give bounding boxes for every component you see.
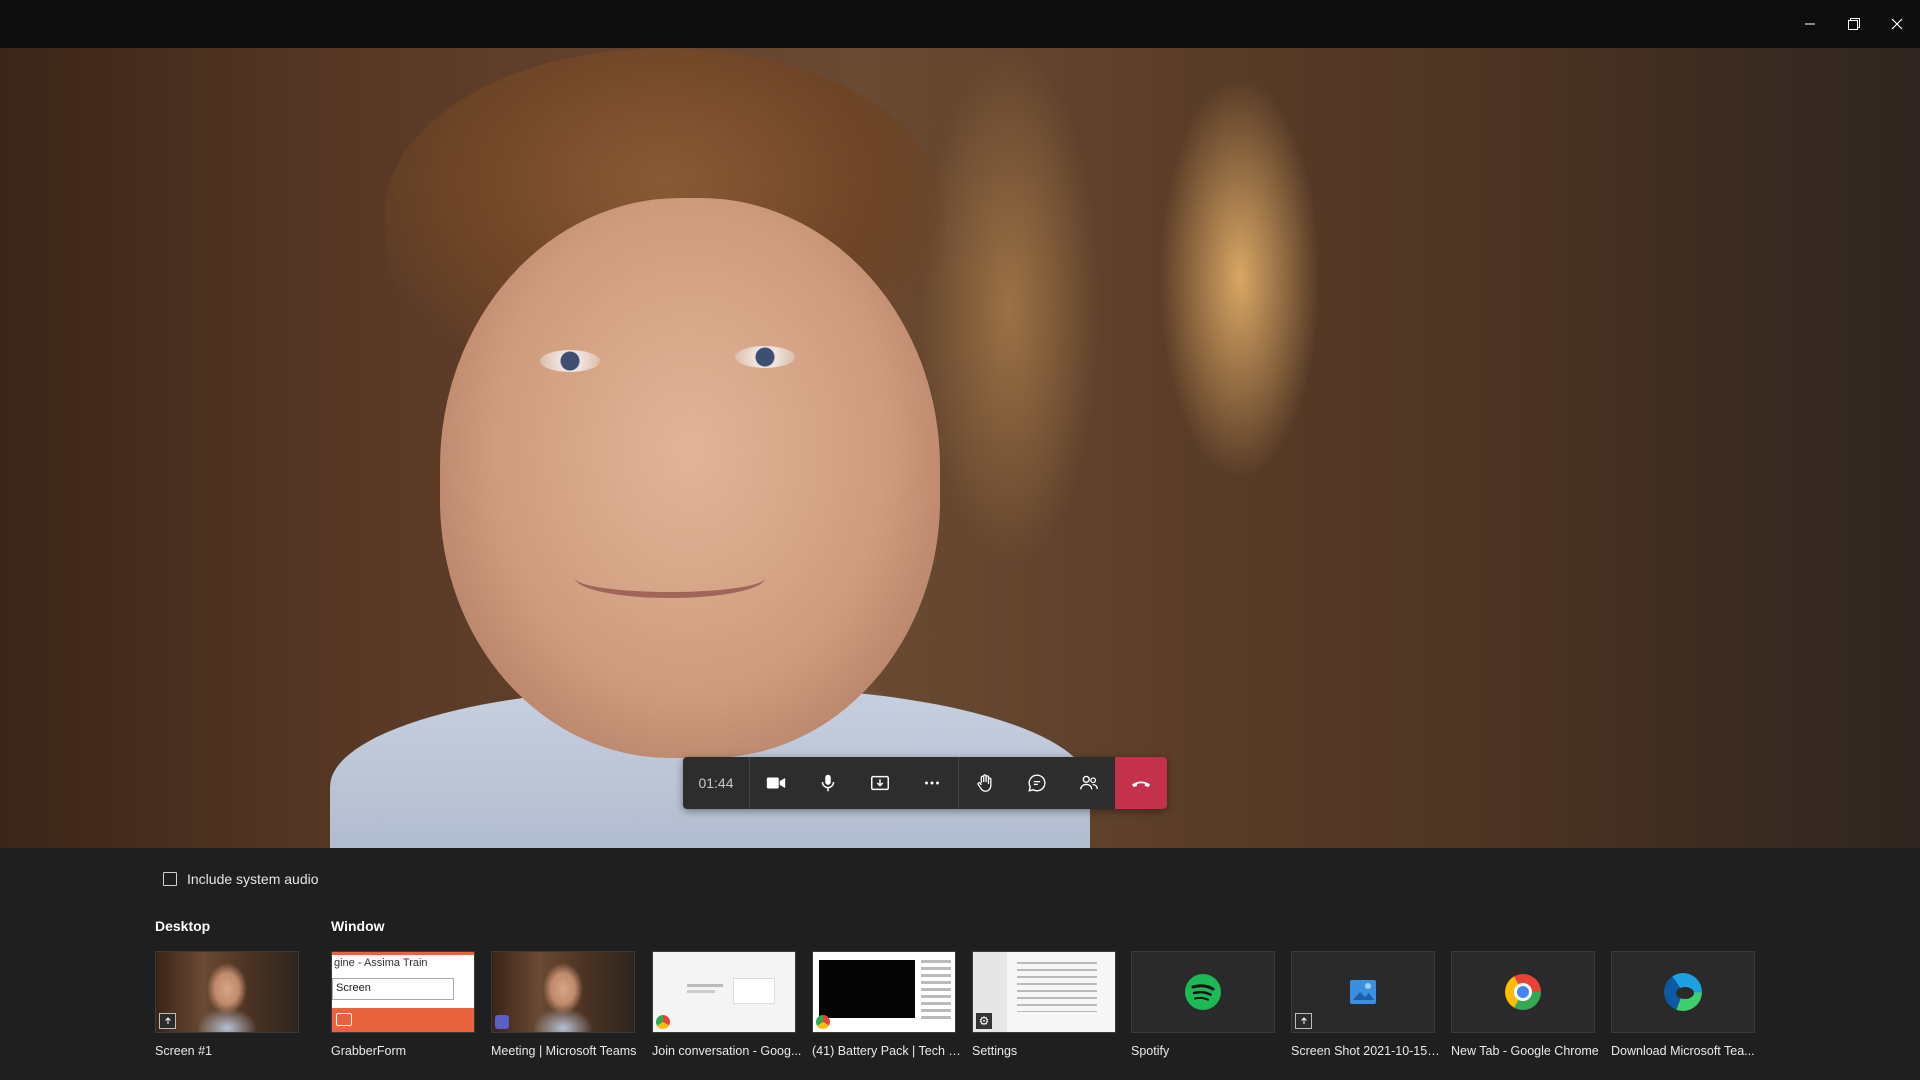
thumb-line xyxy=(687,984,723,987)
teams-thumbnail xyxy=(491,951,635,1033)
share-option-label: Screen #1 xyxy=(155,1044,212,1058)
thumb-select-box: Screen xyxy=(332,978,454,1000)
share-option-label: Meeting | Microsoft Teams xyxy=(491,1044,637,1058)
microphone-icon xyxy=(821,774,835,792)
photos-icon xyxy=(1350,980,1376,1004)
edge-thumbnail xyxy=(1611,951,1755,1033)
share-option-label: Join conversation - Goog... xyxy=(652,1044,802,1058)
share-tray-icon xyxy=(871,775,889,791)
share-option-label: (41) Battery Pack | Tech T... xyxy=(812,1044,962,1058)
close-button[interactable] xyxy=(1874,0,1920,48)
camera-icon xyxy=(766,777,786,789)
gear-icon: ⚙ xyxy=(976,1013,992,1029)
battery-pack-thumbnail xyxy=(812,951,956,1033)
share-option-label: Settings xyxy=(972,1044,1018,1058)
record-icon xyxy=(336,1013,352,1026)
video-face xyxy=(440,198,940,758)
call-controls: 01:44 xyxy=(683,757,1167,809)
thumb-line xyxy=(687,990,715,993)
settings-thumbnail: ⚙ xyxy=(972,951,1116,1033)
close-icon xyxy=(1891,18,1903,30)
teams-icon xyxy=(495,1015,509,1029)
share-option-label: Spotify xyxy=(1131,1044,1170,1058)
raise-hand-button[interactable] xyxy=(959,757,1011,809)
include-audio-label[interactable]: Include system audio xyxy=(187,871,319,887)
share-option-join-conversation[interactable]: Join conversation - Goog... xyxy=(652,951,801,1058)
include-audio-checkbox[interactable] xyxy=(163,872,177,886)
video-mouth xyxy=(575,558,765,598)
thumb-video-frame xyxy=(819,960,915,1018)
edge-icon-hole xyxy=(1676,987,1694,999)
share-option-screenshot[interactable]: Screen Shot 2021-10-15 ... xyxy=(1291,951,1441,1058)
chrome-icon xyxy=(1505,974,1541,1010)
thumb-orange-bar xyxy=(332,1008,474,1032)
include-audio-row: Include system audio xyxy=(163,871,319,887)
screenshot-thumbnail xyxy=(1291,951,1435,1033)
share-option-settings[interactable]: ⚙ Settings xyxy=(972,951,1116,1058)
share-option-download-teams[interactable]: Download Microsoft Tea... xyxy=(1611,951,1755,1058)
title-bar xyxy=(0,0,1920,48)
video-eye-left xyxy=(540,350,600,372)
chrome-icon xyxy=(816,1015,830,1029)
thumb-card xyxy=(733,978,775,1004)
share-option-label: New Tab - Google Chrome xyxy=(1451,1044,1599,1058)
desktop-heading: Desktop xyxy=(155,918,211,934)
share-option-new-tab-chrome[interactable]: New Tab - Google Chrome xyxy=(1451,951,1599,1058)
share-option-battery-pack[interactable]: (41) Battery Pack | Tech T... xyxy=(812,951,962,1058)
share-option-grabberform[interactable]: gine - Assima Train Screen GrabberForm xyxy=(331,951,475,1058)
restore-icon xyxy=(1848,18,1860,30)
chat-button[interactable] xyxy=(1011,757,1063,809)
share-tray-button[interactable] xyxy=(854,757,906,809)
share-screen-badge-icon xyxy=(159,1013,176,1029)
share-option-label: GrabberForm xyxy=(331,1044,407,1058)
camera-button[interactable] xyxy=(750,757,802,809)
join-conversation-thumbnail xyxy=(652,951,796,1033)
edge-icon xyxy=(1664,973,1702,1011)
chrome-icon-ring xyxy=(1514,983,1532,1001)
minimize-button[interactable] xyxy=(1787,0,1833,48)
raise-hand-icon xyxy=(977,774,992,792)
spotify-icon xyxy=(1185,974,1221,1010)
thumb-text-title: gine - Assima Train xyxy=(334,957,428,969)
chrome-thumbnail xyxy=(1451,951,1595,1033)
participant-video xyxy=(0,48,1920,848)
share-option-label: Download Microsoft Tea... xyxy=(1611,1044,1755,1058)
chrome-icon xyxy=(656,1015,670,1029)
hang-up-icon xyxy=(1132,781,1150,787)
thumb-accent-bar xyxy=(332,952,474,955)
minimize-icon xyxy=(1805,23,1815,25)
microphone-button[interactable] xyxy=(802,757,854,809)
chat-icon xyxy=(1028,774,1046,792)
participants-icon xyxy=(1080,775,1098,790)
share-screen-badge-icon xyxy=(1295,1013,1312,1029)
call-timer: 01:44 xyxy=(683,757,750,809)
video-eye-right xyxy=(735,346,795,368)
restore-button[interactable] xyxy=(1831,0,1877,48)
grabberform-thumbnail: gine - Assima Train Screen xyxy=(331,951,475,1033)
window-heading: Window xyxy=(331,918,385,934)
share-option-spotify[interactable]: Spotify xyxy=(1131,951,1275,1058)
hang-up-button[interactable] xyxy=(1115,757,1167,809)
share-option-teams-meeting[interactable]: Meeting | Microsoft Teams xyxy=(491,951,636,1058)
screen-thumbnail xyxy=(155,951,299,1033)
thumb-text-select: Screen xyxy=(336,982,371,994)
participants-button[interactable] xyxy=(1063,757,1115,809)
share-option-label: Screen Shot 2021-10-15 ... xyxy=(1291,1044,1441,1058)
thumb-content xyxy=(1017,962,1097,1012)
share-option-screen-1[interactable]: Screen #1 xyxy=(155,951,299,1058)
more-actions-button[interactable] xyxy=(906,757,958,809)
more-icon xyxy=(925,781,939,785)
thumb-sidebar xyxy=(921,960,951,1020)
spotify-thumbnail xyxy=(1131,951,1275,1033)
chrome-icon-center xyxy=(1517,986,1529,998)
